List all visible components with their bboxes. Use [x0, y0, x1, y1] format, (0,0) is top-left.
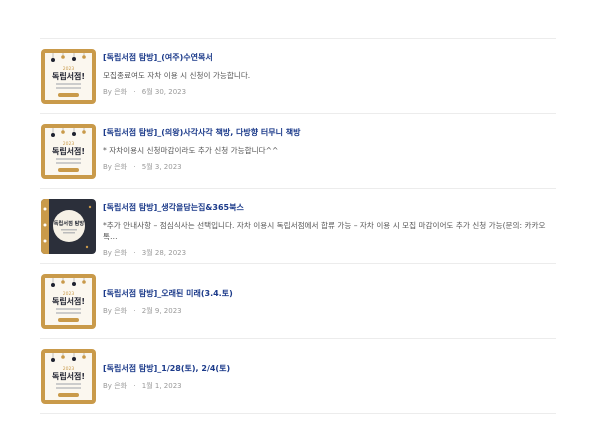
by-label: By [103, 88, 112, 96]
post-thumbnail[interactable]: 2023 독립서점! [41, 274, 96, 329]
post-title[interactable]: [독립서점 탐방]_오래된 미래(3.4.토) [103, 288, 556, 300]
post-item[interactable]: 2023 독립서점! [독립서점 탐방]_오래된 미래(3.4.토) By 은화… [40, 264, 556, 339]
thumb-headline: 독립서점! [52, 71, 85, 81]
post-meta: By 은화 · 1월 1, 2023 [103, 381, 556, 391]
post-meta: By 은화 · 6월 30, 2023 [103, 87, 556, 97]
thumb-headline: 독립서점! [52, 371, 85, 381]
post-thumbnail[interactable]: 2023 독립서점! [41, 49, 96, 104]
post-thumbnail[interactable]: 2023 독립서점! [41, 349, 96, 404]
post-date: 2월 9, 2023 [141, 307, 182, 315]
post-item[interactable]: 2023 독립서점! [독립서점 탐방]_(의왕)사각사각 책방, 다방향 터무… [40, 114, 556, 189]
by-label: By [103, 249, 112, 257]
meta-separator: · [133, 307, 136, 315]
post-item[interactable]: 2023 독립서점! [독립서점 탐방]_1/28(토), 2/4(토) By … [40, 339, 556, 414]
post-date: 5월 3, 2023 [141, 163, 182, 171]
meta-separator: · [133, 163, 136, 171]
post-thumbnail[interactable]: 독립서점 탐방 [41, 199, 96, 254]
thumb-headline: 독립서점 탐방 [54, 219, 85, 227]
post-title[interactable]: [독립서점 탐방]_(의왕)사각사각 책방, 다방향 터무니 책방 [103, 127, 556, 139]
post-list: 2023 독립서점! [독립서점 탐방]_(여주)수연목서 모집종료여도 자차 … [40, 38, 556, 414]
by-label: By [103, 307, 112, 315]
post-excerpt: * 자차이용시 신청마감이라도 추가 신청 가능합니다^^ [103, 146, 279, 155]
thumb-headline: 독립서점! [52, 146, 85, 156]
post-author[interactable]: 은화 [114, 382, 127, 390]
meta-separator: · [133, 249, 136, 257]
post-excerpt: *추가 안내사항 – 점심식사는 선택입니다. 자차 이용시 독립서점에서 합류… [103, 221, 546, 241]
meta-separator: · [133, 88, 136, 96]
by-label: By [103, 163, 112, 171]
post-item[interactable]: 독립서점 탐방 [독립서점 탐방]_생각을담는집&365북스 *추가 안내사항 … [40, 189, 556, 264]
post-author[interactable]: 은화 [114, 88, 127, 96]
post-date: 1월 1, 2023 [141, 382, 182, 390]
post-author[interactable]: 은화 [114, 307, 127, 315]
post-meta: By 은화 · 2월 9, 2023 [103, 306, 556, 316]
thumb-headline: 독립서점! [52, 296, 85, 306]
post-thumbnail[interactable]: 2023 독립서점! [41, 124, 96, 179]
meta-separator: · [133, 382, 136, 390]
post-date: 6월 30, 2023 [141, 88, 187, 96]
post-meta: By 은화 · 5월 3, 2023 [103, 162, 556, 172]
post-meta: By 은화 · 3월 28, 2023 [103, 248, 556, 258]
post-excerpt: 모집종료여도 자차 이용 시 신청이 가능합니다. [103, 71, 251, 80]
post-author[interactable]: 은화 [114, 249, 127, 257]
post-item[interactable]: 2023 독립서점! [독립서점 탐방]_(여주)수연목서 모집종료여도 자차 … [40, 39, 556, 114]
post-date: 3월 28, 2023 [141, 249, 187, 257]
post-title[interactable]: [독립서점 탐방]_1/28(토), 2/4(토) [103, 363, 556, 375]
by-label: By [103, 382, 112, 390]
post-title[interactable]: [독립서점 탐방]_생각을담는집&365북스 [103, 202, 556, 214]
post-author[interactable]: 은화 [114, 163, 127, 171]
post-title[interactable]: [독립서점 탐방]_(여주)수연목서 [103, 52, 556, 64]
